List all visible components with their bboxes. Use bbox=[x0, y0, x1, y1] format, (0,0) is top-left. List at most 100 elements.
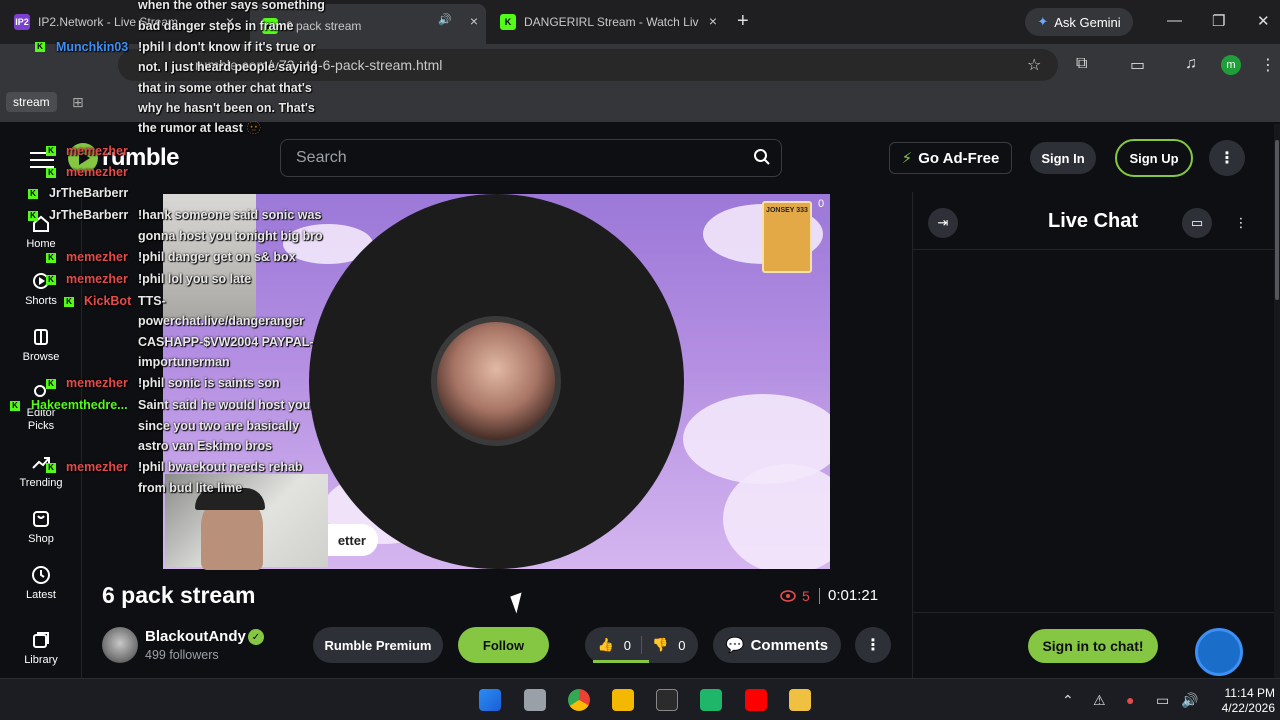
follow-button[interactable]: Follow bbox=[458, 627, 549, 663]
video-more-icon[interactable]: ⋮ bbox=[855, 627, 891, 663]
apps-grid-icon[interactable]: ⊞ bbox=[72, 94, 84, 111]
comment-bubble-icon: 💬 bbox=[725, 637, 745, 654]
popout-chat-icon[interactable]: ▭ bbox=[1182, 208, 1212, 238]
nav-shop[interactable]: Shop bbox=[0, 509, 82, 545]
file-explorer-icon[interactable] bbox=[789, 689, 811, 711]
eye-icon bbox=[780, 590, 796, 602]
overlay-message: Saint said he would host you bbox=[138, 398, 311, 412]
browse-icon bbox=[34, 329, 48, 345]
ad-free-label: Go Ad-Free bbox=[918, 149, 1000, 167]
overlay-message: from bud lite lime bbox=[138, 481, 243, 495]
chrome-icon[interactable] bbox=[568, 689, 590, 711]
overlay-message: why he hasn't been on. That's bbox=[138, 101, 315, 115]
overlay-message: TTS- bbox=[138, 294, 166, 308]
restore-icon[interactable]: ❐ bbox=[1212, 12, 1225, 30]
chat-options-icon[interactable]: ⋮ bbox=[1226, 208, 1256, 238]
media-controls-icon[interactable]: ♫ bbox=[1185, 55, 1197, 73]
kick-badge-icon: K bbox=[64, 297, 74, 307]
rockstar-icon[interactable] bbox=[612, 689, 634, 711]
search-placeholder: Search bbox=[296, 149, 347, 166]
kick-badge-icon: K bbox=[46, 463, 56, 473]
sticker-count: 0 bbox=[818, 198, 825, 210]
kick-badge-icon: K bbox=[46, 253, 56, 263]
display-icon[interactable]: ▭ bbox=[1156, 692, 1169, 709]
bookmark-stream[interactable]: stream bbox=[6, 92, 57, 112]
nav-latest[interactable]: Latest bbox=[0, 565, 82, 601]
kick-badge-icon: K bbox=[46, 146, 56, 156]
epic-games-icon[interactable] bbox=[656, 689, 678, 711]
kick-favicon: K bbox=[500, 14, 516, 30]
profile-avatar[interactable]: m bbox=[1221, 55, 1241, 75]
nav-library[interactable]: Library bbox=[0, 630, 82, 666]
nav-browse[interactable]: Browse bbox=[0, 327, 82, 363]
live-chat-panel bbox=[912, 192, 1274, 678]
overlay-message: importunerman bbox=[138, 355, 230, 369]
kick-badge-icon: K bbox=[46, 168, 56, 178]
overlay-username: memezher bbox=[66, 144, 128, 158]
more-options-icon[interactable]: ⋮ bbox=[1209, 140, 1245, 176]
windows-taskbar bbox=[0, 678, 1280, 720]
youtube-icon[interactable] bbox=[745, 689, 767, 711]
viewer-number: 5 bbox=[802, 588, 810, 604]
overlay-username: memezher bbox=[66, 460, 128, 474]
clock-icon bbox=[32, 566, 50, 584]
rumble-premium-button[interactable]: Rumble Premium bbox=[313, 627, 443, 663]
scrollbar-thumb[interactable] bbox=[1275, 140, 1279, 300]
browser-menu-icon[interactable]: ⋮ bbox=[1260, 55, 1276, 75]
nav-label: Latest bbox=[26, 589, 56, 601]
overlay-message: !phil I don't know if it's true or bbox=[138, 40, 316, 54]
extensions-icon[interactable]: ⧉ bbox=[1076, 55, 1087, 73]
new-tab-button[interactable]: + bbox=[737, 10, 749, 33]
shop-icon bbox=[33, 511, 49, 527]
thumbs-down-icon[interactable]: 👎 bbox=[652, 637, 668, 653]
bookmark-star-icon[interactable]: ☆ bbox=[1027, 55, 1041, 75]
channel-avatar[interactable] bbox=[102, 627, 138, 663]
ask-gemini-button[interactable]: ✦ Ask Gemini bbox=[1025, 8, 1133, 36]
minimize-icon[interactable]: — bbox=[1167, 12, 1182, 29]
kick-badge-icon: K bbox=[35, 42, 45, 52]
speaker-icon[interactable]: 🔊 bbox=[1181, 692, 1198, 709]
tab-close-icon[interactable]: × bbox=[709, 13, 717, 29]
thumbs-up-icon[interactable]: 👍 bbox=[598, 637, 614, 653]
collapse-chat-icon[interactable]: ⇥ bbox=[928, 208, 958, 238]
follower-count: 499 followers bbox=[145, 648, 219, 662]
sign-up-button[interactable]: Sign Up bbox=[1115, 139, 1193, 177]
kick-badge-icon: K bbox=[28, 189, 38, 199]
gemini-label: Ask Gemini bbox=[1054, 14, 1121, 30]
mouse-cursor bbox=[510, 592, 528, 614]
overlay-message: when the other says something bbox=[138, 0, 325, 12]
overlay-username: Hakeemthedre... bbox=[31, 398, 128, 412]
floating-assistant-icon[interactable] bbox=[1195, 628, 1243, 676]
overlay-message: !phil sonic is saints son bbox=[138, 376, 280, 390]
go-ad-free-button[interactable]: ⚡ Go Ad-Free bbox=[889, 142, 1012, 174]
search-icon[interactable] bbox=[753, 148, 771, 166]
task-view-icon[interactable] bbox=[524, 689, 546, 711]
tab-close-icon[interactable]: × bbox=[470, 13, 478, 29]
sign-in-to-chat-button[interactable]: Sign in to chat! bbox=[1028, 629, 1158, 663]
library-icon bbox=[33, 632, 49, 648]
sign-in-button[interactable]: Sign In bbox=[1030, 142, 1096, 174]
comments-button[interactable]: 💬 Comments bbox=[713, 627, 841, 663]
system-clock[interactable]: 11:14 PM 4/22/2026 bbox=[1205, 686, 1275, 716]
overlay-username: JrTheBarberr bbox=[49, 208, 129, 222]
windows-start-icon[interactable] bbox=[479, 689, 501, 711]
verified-check-icon: ✓ bbox=[248, 629, 264, 645]
tab-dangerirl[interactable]: K DANGERIRL Stream - Watch Liv × bbox=[500, 8, 725, 36]
close-window-icon[interactable]: ✕ bbox=[1257, 12, 1270, 30]
streamer-avatar-image bbox=[431, 316, 561, 446]
search-input[interactable] bbox=[280, 139, 782, 177]
overlay-username: memezher bbox=[66, 376, 128, 390]
overlay-message: !phil lol you so late bbox=[138, 272, 252, 286]
stream-duration: 0:01:21 bbox=[828, 587, 879, 604]
channel-name[interactable]: BlackoutAndy bbox=[145, 628, 246, 645]
microphone-icon[interactable]: ● bbox=[1126, 692, 1134, 708]
tray-chevron-icon[interactable]: ⌃ bbox=[1062, 692, 1074, 709]
viewer-count: 5 bbox=[780, 588, 810, 604]
network-icon[interactable]: ⚠ bbox=[1093, 692, 1106, 709]
sticker-text: JONSEY 333 bbox=[766, 207, 808, 214]
audio-playing-icon[interactable]: 🔊 bbox=[438, 13, 452, 26]
overlay-message: powerchat.live/dangeranger bbox=[138, 314, 305, 328]
app-icon[interactable] bbox=[700, 689, 722, 711]
meta-divider bbox=[819, 588, 820, 604]
cast-icon[interactable]: ▭ bbox=[1130, 55, 1145, 75]
